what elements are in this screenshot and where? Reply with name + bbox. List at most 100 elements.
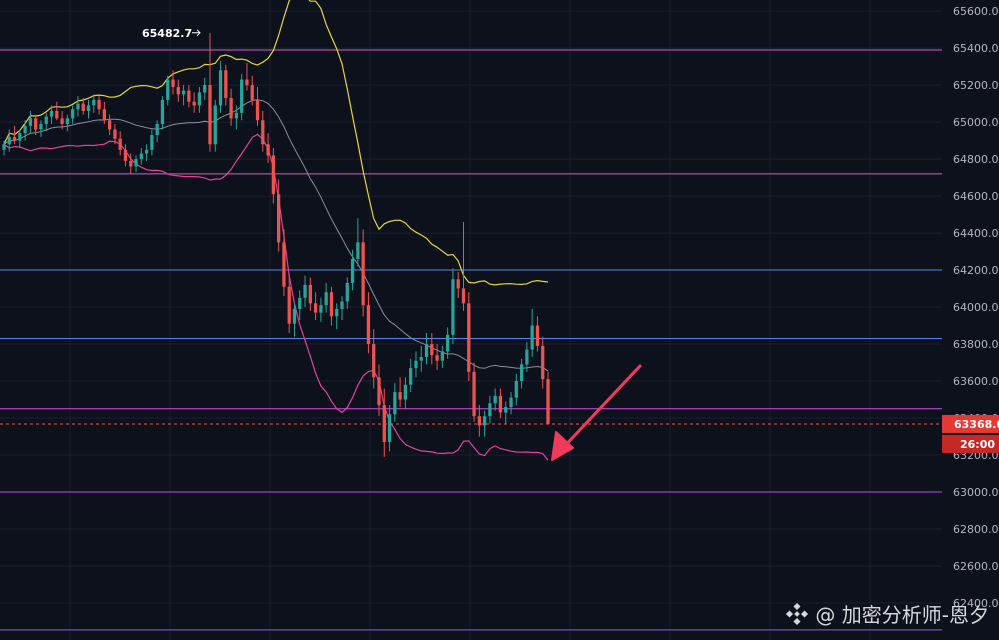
watermark-handle: @ 加密分析师-恩夕 xyxy=(815,603,989,627)
candle-body xyxy=(76,103,80,110)
candle-body xyxy=(282,242,286,287)
candle-body xyxy=(197,92,202,106)
candle-body xyxy=(71,109,75,119)
candle-body xyxy=(292,308,297,324)
candle-body xyxy=(393,392,397,415)
y-tick-label: 65000.0 xyxy=(953,116,999,129)
candle-body xyxy=(387,414,392,443)
candle-body xyxy=(277,194,281,243)
candle-body xyxy=(345,283,349,302)
candle-body xyxy=(340,301,344,309)
high-marker-label: 65482.7 xyxy=(142,27,192,40)
candle-body xyxy=(451,279,455,335)
candle-body xyxy=(255,99,260,121)
y-tick-label: 65200.0 xyxy=(953,79,999,92)
candle-body xyxy=(414,360,418,369)
candle-body xyxy=(329,292,334,317)
y-tick-label: 65600.0 xyxy=(953,5,999,18)
candle-body xyxy=(86,105,91,111)
candle-body xyxy=(409,368,413,385)
candle-body xyxy=(34,118,38,130)
candle-body xyxy=(192,101,196,106)
candle-body xyxy=(467,303,471,372)
candle-body xyxy=(139,153,143,160)
candle-body xyxy=(482,416,487,426)
chart-canvas[interactable]: 62400.062600.062800.063000.063200.063400… xyxy=(0,0,999,640)
y-tick-label: 63600.0 xyxy=(953,375,999,388)
y-tick-label: 64400.0 xyxy=(953,227,999,240)
candle-body xyxy=(261,120,265,145)
candle-body xyxy=(472,371,476,417)
y-tick-label: 63000.0 xyxy=(953,486,999,499)
candle-body xyxy=(493,395,497,404)
y-tick-label: 64800.0 xyxy=(953,153,999,166)
candle-body xyxy=(39,123,43,130)
candle-body xyxy=(176,86,180,95)
candle-body xyxy=(287,286,291,324)
candle-body xyxy=(298,297,302,309)
candle-body xyxy=(509,397,513,407)
candle-body xyxy=(118,138,122,150)
candle-body xyxy=(303,284,307,298)
candle-body xyxy=(419,356,423,361)
candle-body xyxy=(2,144,6,150)
candle-body xyxy=(519,364,524,382)
candle-body xyxy=(308,284,312,304)
candle-body xyxy=(498,395,503,413)
price-chart[interactable]: 62400.062600.062800.063000.063200.063400… xyxy=(0,0,999,640)
candle-body xyxy=(504,406,508,413)
candle-body xyxy=(213,105,217,145)
candle-body xyxy=(224,70,228,99)
y-tick-label: 64600.0 xyxy=(953,190,999,203)
candle-body xyxy=(541,345,545,380)
chart-background xyxy=(0,0,999,640)
candle-body xyxy=(144,149,149,154)
candle-body xyxy=(313,303,318,313)
candle-body xyxy=(530,325,534,350)
candle-body xyxy=(350,258,355,284)
candle-body xyxy=(377,377,381,406)
candle-body xyxy=(166,79,170,100)
candle-body xyxy=(361,242,365,306)
candle-body xyxy=(28,118,33,126)
candle-body xyxy=(372,344,376,378)
candle-body xyxy=(113,129,117,139)
candle-body xyxy=(97,99,101,110)
candle-body xyxy=(23,125,27,134)
y-tick-label: 62600.0 xyxy=(953,560,999,573)
candle-body xyxy=(60,118,64,124)
candle-body xyxy=(535,325,540,346)
last-price-label: 63368.0 xyxy=(954,418,999,431)
binance-diamond-icon xyxy=(786,602,809,625)
candle-body xyxy=(319,305,323,313)
candle-body xyxy=(424,344,429,357)
candle-body xyxy=(129,160,133,167)
candle-body xyxy=(366,305,371,345)
candle-body xyxy=(155,123,159,136)
candle-body xyxy=(398,392,402,400)
candle-body xyxy=(488,403,492,417)
candle-body xyxy=(234,112,239,119)
candle-body xyxy=(208,85,212,145)
candle-body xyxy=(525,349,529,365)
candle-body xyxy=(435,355,439,361)
candle-body xyxy=(324,292,328,306)
candle-body xyxy=(12,136,17,141)
candle-body xyxy=(250,85,254,100)
countdown-label: 26:00 xyxy=(960,438,995,451)
candle-body xyxy=(546,379,550,424)
candle-body xyxy=(92,99,96,106)
watermark: @ 加密分析师-恩夕 xyxy=(785,599,989,628)
candle-body xyxy=(102,109,106,121)
candle-body xyxy=(382,405,386,443)
candle-body xyxy=(477,416,481,426)
candle-body xyxy=(245,79,249,86)
candle-body xyxy=(218,70,223,106)
candle-body xyxy=(160,99,165,124)
candle-body xyxy=(55,110,59,119)
candle-body xyxy=(240,79,244,113)
candle-body xyxy=(229,98,233,119)
y-tick-label: 64200.0 xyxy=(953,264,999,277)
candle-body xyxy=(335,308,339,317)
candle-body xyxy=(440,351,445,361)
